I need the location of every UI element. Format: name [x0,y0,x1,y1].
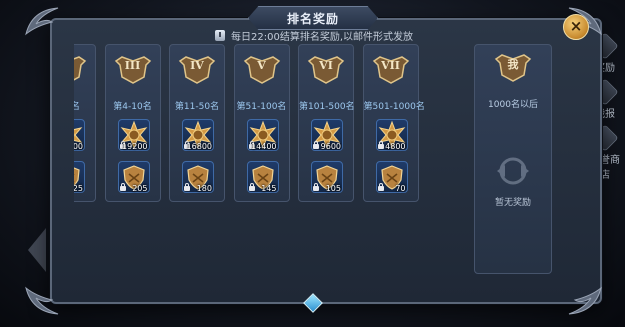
rank-reward-list[interactable]: II 第3名 21600 225 III 第4-10名 19200 205 IV 第11-50名 1… [74,44,460,274]
empty-emblem-icon [497,157,529,185]
no-reward-text: 暂无奖励 [494,198,531,208]
dialog-corner-ornament [22,4,62,44]
rank-badge-numeral: II [74,59,87,72]
reward-item[interactable]: 70 [375,161,408,193]
reward-count: 70 [395,184,406,193]
my-rank-badge: 我 [494,53,532,83]
rank-range-label: 第501-1000名 [363,102,425,112]
rank-range-label: 第3名 [74,102,80,112]
close-button[interactable]: × [563,14,589,40]
reward-count: 9600 [320,142,341,151]
reward-item[interactable]: 9600 [311,119,343,151]
reward-count: 21600 [74,142,83,151]
reward-item[interactable]: 4800 [375,119,408,151]
previous-arrow-icon[interactable] [28,228,46,272]
reward-count: 205 [132,184,148,193]
reward-count: 19200 [122,142,148,151]
my-rank-panel: 我 1000名以后 暂无奖励 [474,44,552,274]
dialog-corner-ornament [22,278,62,318]
reward-item[interactable]: 145 [246,161,279,193]
my-rank-text: 1000名以后 [488,100,538,110]
reward-item[interactable]: 105 [311,161,343,193]
rank-badge: V [243,55,281,85]
rank-badge: VI [307,55,345,85]
reward-count: 4800 [385,142,406,151]
rank-range-label: 第4-10名 [113,102,152,112]
rank-column: V 第51-100名 14400 145 [233,44,290,202]
rank-column: VI 第101-500名 9600 105 [298,44,355,202]
reward-item[interactable]: 180 [182,161,214,193]
settlement-notice: 每日22:00结算排名奖励,以邮件形式发放 [215,28,413,43]
lock-icon [184,183,190,191]
reward-item[interactable]: 14400 [246,119,279,151]
rank-badge-numeral: V [257,59,266,72]
reward-count: 16800 [186,142,212,151]
lock-icon [313,183,319,191]
lock-icon [377,141,384,149]
reward-count: 225 [74,184,83,193]
rank-badge: VII [372,55,410,85]
dialog-corner-ornament [565,278,605,318]
reward-item[interactable]: 16800 [182,119,214,151]
dialog-title-plate: 排名奖励 [248,6,378,30]
lock-icon [377,183,384,191]
rank-badge: IV [178,55,216,85]
rank-badge: III [114,55,152,85]
lock-icon [248,183,255,191]
rank-badge-numeral: III [124,59,141,72]
rank-column: IV 第11-50名 16800 180 [169,44,225,202]
notice-icon [215,29,225,41]
lock-icon [119,183,126,191]
reward-item[interactable]: 205 [117,161,150,193]
rank-range-label: 第51-100名 [236,102,287,112]
reward-count: 14400 [251,142,277,151]
rank-badge-numeral: VII [381,59,400,72]
rank-range-label: 第11-50名 [174,102,220,112]
reward-item[interactable]: 19200 [117,119,150,151]
rank-badge-numeral: IV [190,59,204,72]
reward-item[interactable]: 225 [74,161,85,193]
reward-item[interactable]: 21600 [74,119,85,151]
rank-column: II 第3名 21600 225 [74,44,96,202]
reward-count: 145 [261,184,277,193]
reward-count: 180 [196,184,212,193]
reward-count: 105 [325,184,341,193]
my-rank-badge-text: 我 [507,58,519,71]
rank-range-label: 第101-500名 [299,102,355,112]
lock-icon [313,141,319,149]
rank-column: VII 第501-1000名 4800 70 [362,44,425,202]
settlement-notice-text: 每日22:00结算排名奖励,以邮件形式发放 [231,31,413,43]
rank-badge: II [74,55,87,85]
rank-badge-numeral: VI [319,59,333,72]
rank-column: III 第4-10名 19200 205 [104,44,161,202]
dialog-title: 排名奖励 [286,11,339,26]
